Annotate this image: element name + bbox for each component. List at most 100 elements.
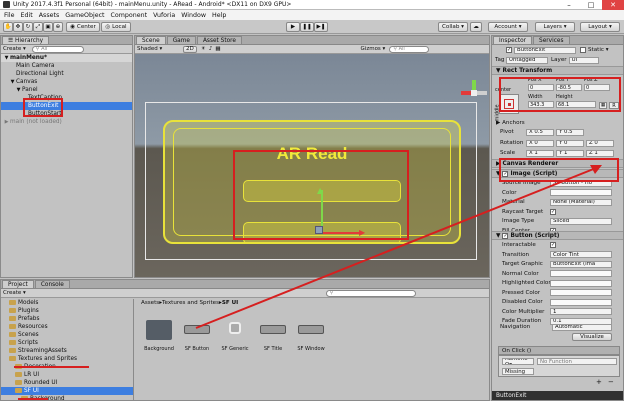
static-dropdown[interactable]: Static ▾ <box>588 47 609 53</box>
hierarchy-item[interactable]: ▼ mainMenu* <box>1 54 132 62</box>
hierarchy-item[interactable]: ▼ Panel <box>1 86 132 94</box>
layout-dropdown[interactable]: Layout ▾ <box>580 22 620 32</box>
asset-tile[interactable]: Background <box>141 318 177 358</box>
step-button[interactable]: ▶❚ <box>314 22 328 32</box>
hierarchy-item[interactable]: ButtonStart <box>1 110 132 118</box>
2d-toggle[interactable]: 2D <box>183 45 197 53</box>
vector-field[interactable]: X 0.5 <box>526 128 554 136</box>
asset-tile[interactable]: SF Button <box>179 318 215 358</box>
maximize-button[interactable]: □ <box>580 0 602 10</box>
pause-button[interactable]: ❚❚ <box>300 22 314 32</box>
tab-scene-1[interactable]: Game <box>166 36 196 44</box>
menu-item[interactable]: Component <box>111 12 148 19</box>
audio-icon[interactable]: ♪ <box>209 46 213 52</box>
hierarchy-item[interactable]: Main Camera <box>1 62 132 70</box>
color-swatch[interactable] <box>550 279 612 287</box>
pivot-center-toggle[interactable]: ◉ Center <box>66 22 100 32</box>
tab-scene-2[interactable]: Asset Store <box>196 36 242 44</box>
project-folder-item[interactable]: Plugins <box>1 307 133 315</box>
menu-item[interactable]: File <box>4 12 15 19</box>
project-search-input[interactable]: ⚲ <box>325 289 416 297</box>
rect-tool-button[interactable]: ▣ <box>43 22 53 32</box>
breadcrumb-item[interactable]: Assets <box>141 300 159 308</box>
project-folder-item[interactable]: StreamingAssets <box>1 347 133 355</box>
runtime-dropdown[interactable]: Runtime O▾ <box>502 358 534 365</box>
asset-tile[interactable]: SF Window <box>293 318 329 358</box>
project-create-dropdown[interactable]: Create ▾ <box>3 290 26 296</box>
tab-project-1[interactable]: Console <box>34 280 70 288</box>
vector-field[interactable]: Z 1 <box>586 149 614 157</box>
menu-item[interactable]: Window <box>181 12 206 19</box>
asset-tile[interactable]: SF Title <box>255 318 291 358</box>
vector-field[interactable]: X 0 <box>526 139 554 147</box>
scale-tool-button[interactable]: ⤢ <box>33 22 43 32</box>
project-folder-item[interactable]: SF UI <box>1 387 133 395</box>
rotate-tool-button[interactable]: ↻ <box>23 22 33 32</box>
layers-dropdown[interactable]: Layers ▾ <box>535 22 575 32</box>
create-dropdown[interactable]: Create ▾ <box>3 46 26 52</box>
target-object-field[interactable]: Missing <box>502 368 534 375</box>
menu-item[interactable]: Help <box>212 12 226 19</box>
expand-arrow-icon[interactable]: ▼ <box>3 54 10 62</box>
effects-icon[interactable]: ▦ <box>215 46 220 52</box>
remove-event-button[interactable]: − <box>608 378 614 386</box>
gameobject-name-input[interactable]: ButtonExit <box>514 46 576 54</box>
vector-field[interactable]: Y 1 <box>556 149 584 157</box>
expand-arrow-icon[interactable]: ▶ <box>3 118 10 126</box>
scene-search-input[interactable]: ⚲ All <box>389 45 430 53</box>
account-dropdown[interactable]: Account ▾ <box>488 22 528 32</box>
visualize-button[interactable]: Visualize <box>572 333 612 341</box>
menu-item[interactable]: Vuforia <box>153 12 175 19</box>
navigation-dropdown[interactable]: Automatic <box>552 323 612 331</box>
add-event-button[interactable]: + <box>596 378 602 386</box>
color-swatch[interactable] <box>550 298 612 306</box>
layer-dropdown[interactable]: UI <box>568 56 599 64</box>
hierarchy-item[interactable]: ▶ main (not loaded) <box>1 118 132 126</box>
button-script-header[interactable]: ▼ ✓ Button (Script) <box>492 231 623 240</box>
property-value[interactable]: ButtonExit (Ima <box>550 260 612 268</box>
property-value[interactable]: ✓ <box>550 208 556 215</box>
lighting-icon[interactable]: ☀ <box>201 46 206 52</box>
tab-scene-0[interactable]: Scene <box>136 36 166 44</box>
gizmos-dropdown[interactable]: Gizmos ▾ <box>361 46 386 52</box>
property-value[interactable]: None (Material) <box>550 198 612 206</box>
project-folder-item[interactable]: Resources <box>1 323 133 331</box>
tag-dropdown[interactable]: Untagged <box>506 56 548 64</box>
property-value[interactable]: ✓ <box>550 242 556 248</box>
color-swatch[interactable] <box>550 189 612 196</box>
transform-tool-button[interactable]: ⊕ <box>53 22 63 32</box>
anchors-foldout[interactable]: ▶ Anchors <box>492 120 525 126</box>
vector-field[interactable]: Y 0.5 <box>556 128 584 136</box>
tab-project-0[interactable]: Project <box>2 280 34 288</box>
tab-inspector-1[interactable]: Services <box>533 36 570 44</box>
hierarchy-item[interactable]: Directional Light <box>1 70 132 78</box>
function-dropdown[interactable]: No Function <box>537 358 617 365</box>
project-folder-item[interactable]: Rounded UI <box>1 379 133 387</box>
property-value[interactable]: Color Tint <box>550 251 612 258</box>
property-value[interactable]: Sliced <box>550 217 612 225</box>
button-enabled-checkbox[interactable]: ✓ <box>502 232 509 239</box>
breadcrumb-item[interactable]: SF UI <box>222 300 238 308</box>
project-folder-item[interactable]: Prefabs <box>1 315 133 323</box>
color-swatch[interactable] <box>550 289 612 296</box>
minimize-button[interactable]: – <box>558 0 580 10</box>
rect-transform-header[interactable]: ▼ Rect Transform <box>492 66 623 75</box>
cloud-icon[interactable]: ☁ <box>470 22 482 32</box>
project-folder-item[interactable]: Scenes <box>1 331 133 339</box>
scene-orientation-gizmo[interactable] <box>461 80 487 106</box>
menu-item[interactable]: Edit <box>21 12 33 19</box>
menu-item[interactable]: GameObject <box>65 12 104 19</box>
vector-field[interactable]: Y 0 <box>556 139 584 147</box>
static-checkbox[interactable] <box>580 47 586 53</box>
vector-field[interactable]: Z 0 <box>586 139 614 147</box>
expand-arrow-icon[interactable]: ▼ <box>15 86 22 94</box>
project-folder-item[interactable]: Scripts <box>1 339 133 347</box>
tab-inspector-0[interactable]: Inspector <box>493 36 533 44</box>
hierarchy-search-input[interactable]: ⚲ All <box>31 45 84 53</box>
move-tool-button[interactable]: ✥ <box>13 22 23 32</box>
active-checkbox[interactable]: ✓ <box>506 47 512 53</box>
expand-arrow-icon[interactable]: ▼ <box>9 78 16 86</box>
hierarchy-item[interactable]: ▼ Canvas <box>1 78 132 86</box>
tab-hierarchy[interactable]: ☰ Hierarchy <box>2 36 50 44</box>
close-button[interactable]: ✕ <box>602 0 624 10</box>
